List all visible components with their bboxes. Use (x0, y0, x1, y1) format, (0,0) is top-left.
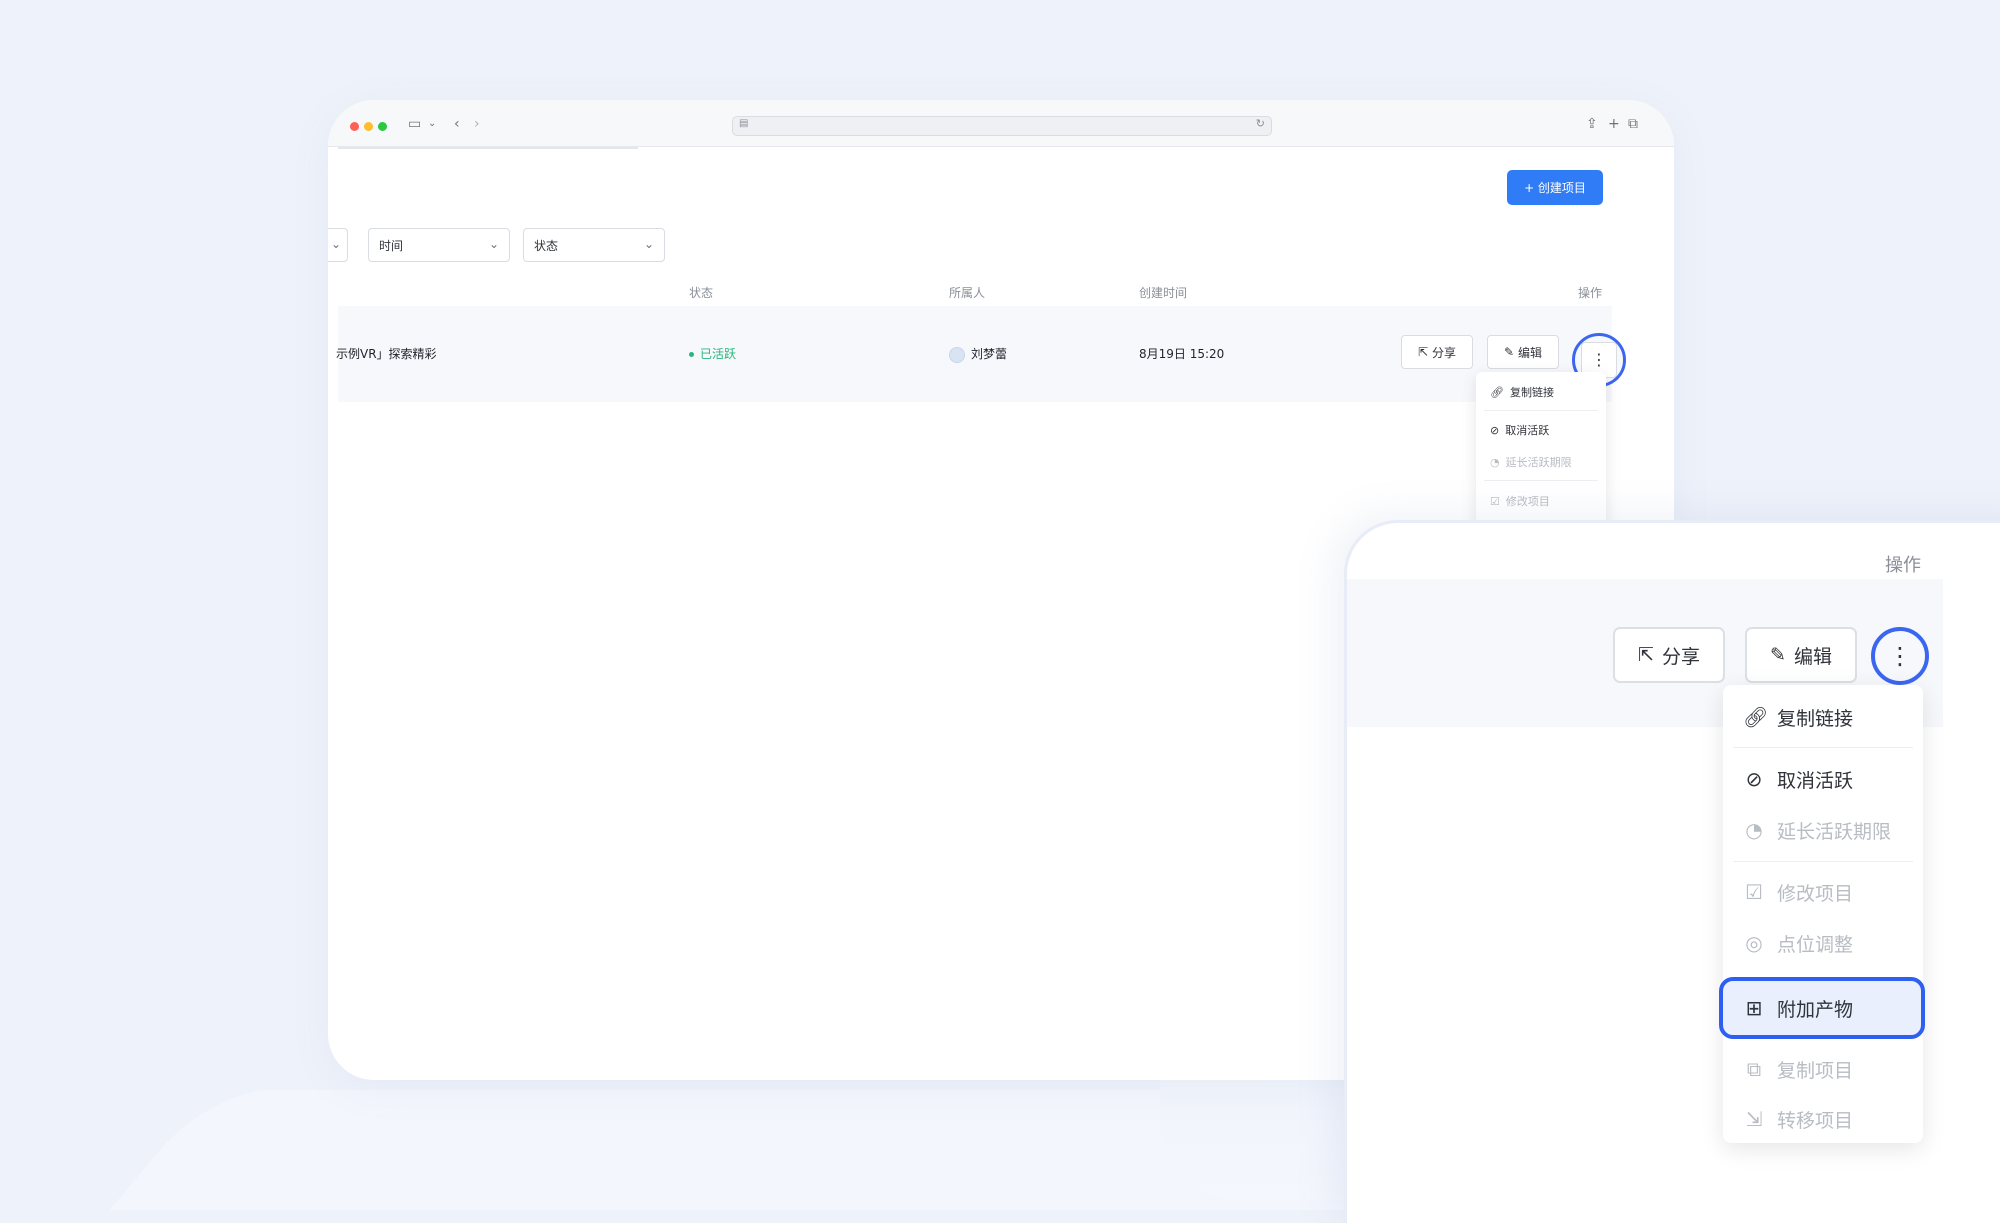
menu-item-label: 复制链接 (1777, 707, 1854, 730)
menu-item-extend: ◔ 延长活跃期限 (1476, 448, 1606, 476)
header-owner: 所属人 (949, 286, 986, 300)
status-text: 已活跃 (700, 347, 737, 361)
maximize-window-button[interactable] (378, 122, 387, 131)
menu-item-modify: ☑ 修改项目 (1723, 868, 1923, 916)
zoom-more-actions-button[interactable]: ⋮ (1871, 627, 1929, 685)
forward-arrow-icon[interactable]: › (474, 114, 480, 134)
menu-item-label: 点位调整 (1777, 933, 1854, 956)
site-icon: ▤ (739, 118, 749, 129)
edit-square-icon: ☑ (1490, 494, 1500, 508)
filter-status-label: 状态 (534, 238, 559, 253)
menu-divider (1484, 480, 1598, 481)
menu-divider (1484, 410, 1598, 411)
avatar (949, 346, 965, 363)
share-label: 分享 (1432, 345, 1457, 360)
minimize-window-button[interactable] (364, 122, 373, 131)
menu-item-label: 延长活跃期限 (1777, 820, 1892, 843)
filter-dropdown-partial[interactable]: ⌄ (328, 228, 348, 262)
link-icon: 🔗︎ (1743, 705, 1769, 729)
address-bar[interactable]: ▤ ↻ (732, 116, 1272, 136)
menu-item-label: 延长活跃期限 (1505, 456, 1572, 469)
link-icon: 🔗︎ (1490, 385, 1504, 399)
menu-item-label: 修改项目 (1777, 882, 1854, 905)
edit-label: 编辑 (1793, 645, 1832, 668)
zoom-header-actions: 操作 (1885, 555, 1921, 576)
status-dot-icon (689, 352, 694, 357)
new-tab-icon[interactable]: + (1608, 114, 1620, 134)
menu-item-copy-project: ⧉ 复制项目 (1723, 1045, 1923, 1093)
menu-item-extend: ◔ 延长活跃期限 (1723, 806, 1923, 854)
menu-item-label: 复制项目 (1777, 1059, 1854, 1082)
filter-time-label: 时间 (379, 238, 404, 253)
menu-item-label: 修改项目 (1505, 495, 1550, 508)
header-created: 创建时间 (1139, 286, 1188, 300)
zoom-edit-button[interactable]: ✎ 编辑 (1745, 627, 1857, 683)
menu-item-attachments[interactable]: ⊞ 附加产物 (1723, 984, 1923, 1032)
menu-divider (1733, 861, 1913, 862)
header-actions: 操作 (1578, 286, 1603, 300)
clock-icon: ◔ (1745, 818, 1763, 842)
share-icon[interactable]: ⇪ (1586, 114, 1598, 134)
create-project-label: + 创建项目 (1524, 181, 1586, 195)
menu-item-deactivate[interactable]: ⊘ 取消活跃 (1476, 416, 1606, 444)
menu-item-copy-link[interactable]: 🔗︎ 复制链接 (1723, 693, 1923, 741)
zoom-detail-panel: 操作 ⇱ 分享 ✎ 编辑 ⋮ 🔗︎ 复制链接 ⊘ 取消活跃 ◔ 延长活跃期限 ☑ 修改项… (1344, 520, 2000, 1223)
copy-icon: ⧉ (1746, 1057, 1762, 1081)
chevron-down-icon: ⌄ (488, 237, 499, 251)
zoom-share-button[interactable]: ⇱ 分享 (1613, 627, 1725, 683)
edit-label: 编辑 (1518, 345, 1543, 360)
menu-item-label: 转移项目 (1777, 1109, 1854, 1132)
apps-icon: ⊞ (1745, 996, 1763, 1020)
menu-item-transfer-project: ⇲ 转移项目 (1723, 1095, 1923, 1143)
share-button[interactable]: ⇱ 分享 (1401, 335, 1473, 369)
share-label: 分享 (1661, 645, 1700, 668)
created-time: 8月19日 15:20 (1139, 347, 1225, 361)
menu-item-label: 取消活跃 (1505, 424, 1550, 437)
edit-button[interactable]: ✎ 编辑 (1487, 335, 1559, 369)
actions-menu-large: 🔗︎ 复制链接 ⊘ 取消活跃 ◔ 延长活跃期限 ☑ 修改项目 ◎ 点位调整 ⊞ 附加产物 ⧉… (1719, 685, 1925, 1143)
menu-item-deactivate[interactable]: ⊘ 取消活跃 (1723, 755, 1923, 803)
target-icon: ◎ (1745, 931, 1763, 955)
browser-titlebar: ▭ ⌄ ‹ › ▤ ↻ ⇪ + ⧉ (328, 100, 1674, 147)
menu-divider (1733, 747, 1913, 748)
tabs-overview-icon[interactable]: ⧉ (1628, 114, 1638, 134)
chevron-down-icon: ⌄ (330, 237, 341, 251)
menu-item-label: 取消活跃 (1777, 769, 1854, 792)
menu-item-modify: ☑ 修改项目 (1476, 487, 1606, 515)
deactivate-icon: ⊘ (1745, 767, 1763, 791)
menu-item-point-adjust: ◎ 点位调整 (1723, 919, 1923, 967)
project-name[interactable]: 示例VR」探索精彩 (336, 345, 437, 362)
transfer-icon: ⇲ (1745, 1107, 1763, 1131)
owner-cell: 刘梦蕾 (949, 345, 1007, 363)
filter-status-dropdown[interactable]: 状态 ⌄ (523, 228, 665, 262)
menu-item-label: 附加产物 (1777, 998, 1854, 1021)
chevron-down-icon[interactable]: ⌄ (428, 114, 436, 134)
deactivate-icon: ⊘ (1490, 423, 1500, 437)
share-external-icon: ⇱ (1417, 345, 1429, 359)
share-external-icon: ⇱ (1638, 644, 1654, 666)
more-vertical-icon: ⋮ (1888, 642, 1912, 670)
status-badge: 已活跃 (689, 345, 736, 362)
clock-icon: ◔ (1490, 455, 1500, 469)
owner-name: 刘梦蕾 (971, 347, 1008, 361)
chevron-down-icon: ⌄ (643, 237, 654, 251)
reload-icon[interactable]: ↻ (1256, 117, 1265, 130)
edit-square-icon: ☑ (1745, 880, 1763, 904)
close-window-button[interactable] (350, 122, 359, 131)
menu-item-label: 复制链接 (1509, 386, 1554, 399)
filter-time-dropdown[interactable]: 时间 ⌄ (368, 228, 510, 262)
create-project-button[interactable]: + 创建项目 (1507, 170, 1603, 205)
pencil-icon: ✎ (1503, 345, 1515, 359)
pencil-icon: ✎ (1770, 644, 1786, 666)
back-arrow-icon[interactable]: ‹ (454, 114, 460, 134)
actions-menu-small: 🔗︎ 复制链接 ⊘ 取消活跃 ◔ 延长活跃期限 ☑ 修改项目 (1476, 372, 1606, 532)
header-status: 状态 (689, 286, 714, 300)
sidebar-toggle-icon[interactable]: ▭ (408, 114, 421, 134)
tab-indicator (338, 147, 638, 149)
menu-item-copy-link[interactable]: 🔗︎ 复制链接 (1476, 378, 1606, 406)
